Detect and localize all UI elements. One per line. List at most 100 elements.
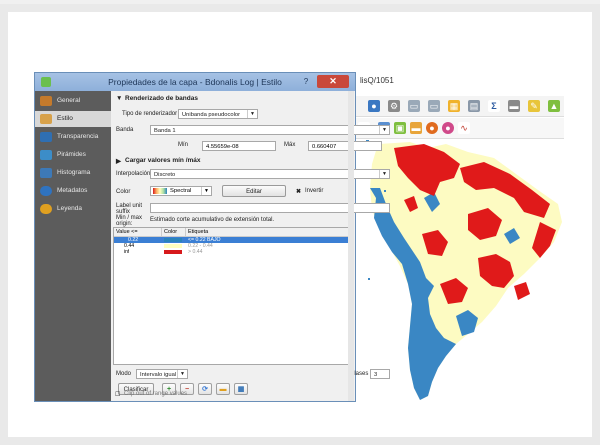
sidebar-item-label: Transparencia	[57, 133, 99, 140]
expand-arrow-icon[interactable]: ▶	[116, 157, 121, 165]
table-header: Value <= Color Etiqueta	[114, 228, 350, 237]
sidebar-item-label: Pirámides	[57, 151, 86, 158]
ramp-gradient-preview	[153, 188, 167, 194]
transparency-icon	[40, 132, 52, 142]
chevron-down-icon: ▼	[177, 370, 187, 378]
high-class-region	[514, 282, 530, 300]
column-header[interactable]: Color	[162, 228, 186, 236]
tips-icon[interactable]: ✎	[528, 100, 540, 112]
map-canvas[interactable]	[364, 138, 564, 402]
interpolation-combo[interactable]: Discreto ▼	[150, 169, 390, 179]
plugin-icon[interactable]: ●	[426, 122, 438, 134]
min-field[interactable]: 4.55659e-08	[202, 141, 276, 151]
sidebar-item-label: General	[57, 97, 81, 104]
sidebar-item-metadatos[interactable]: Metadatos	[35, 183, 111, 199]
renderer-type-value: Unibanda pseudocolor	[182, 112, 241, 118]
edit-button[interactable]: Editar	[222, 185, 286, 197]
row-label[interactable]: > 0.44	[188, 249, 203, 255]
row-color-swatch[interactable]	[164, 244, 182, 248]
ramp-name: Spectral	[170, 188, 192, 194]
class-table[interactable]: Value <= Color Etiqueta 0.22 <= 0.22 BAJ…	[113, 227, 353, 365]
invert-checkbox[interactable]: ✖	[296, 188, 301, 195]
column-header[interactable]: Etiqueta	[186, 228, 350, 236]
select-icon[interactable]: ▭	[408, 100, 420, 112]
color-ramp-combo[interactable]: Spectral ▼	[150, 186, 212, 196]
label-icon[interactable]: ▲	[548, 100, 560, 112]
minmax-origin-label: Min / max origin:	[116, 215, 143, 227]
sidebar-item-label: Histograma	[57, 169, 91, 176]
invert-label: Invertir	[305, 188, 324, 194]
unit-suffix-field[interactable]	[150, 203, 390, 213]
measure-icon[interactable]: ▬	[508, 100, 520, 112]
settings-icon[interactable]: ⚙	[388, 100, 400, 112]
sidebar-item-estilo[interactable]: Estilo	[35, 111, 111, 127]
sidebar-item-label: Estilo	[57, 115, 73, 122]
island	[368, 278, 370, 280]
close-button[interactable]: ✕	[317, 75, 349, 88]
reverse-icon[interactable]: ⟳	[198, 383, 212, 395]
sidebar-item-label: Metadatos	[57, 187, 88, 194]
column-header[interactable]: Value <=	[114, 228, 162, 236]
identify-icon[interactable]: ●	[368, 100, 380, 112]
style-panel: ▼ Renderizado de bandas Tipo de renderiz…	[112, 91, 390, 401]
renderer-type-label: Tipo de renderizador	[122, 111, 178, 117]
sidebar-item-general[interactable]: General	[35, 93, 111, 109]
mode-label: Modo	[116, 371, 132, 377]
deselect-icon[interactable]: ▭	[428, 100, 440, 112]
sidebar-item-histograma[interactable]: Histograma	[35, 165, 111, 181]
save-icon[interactable]: ▦	[234, 383, 248, 395]
interpolation-value: Discreto	[154, 172, 176, 178]
help-button[interactable]: ?	[299, 76, 313, 88]
info-icon	[40, 186, 52, 196]
max-label: Máx	[284, 142, 296, 148]
load-icon[interactable]: ▬	[216, 383, 230, 395]
wrench-icon	[40, 96, 52, 106]
brush-icon	[40, 114, 52, 124]
mode-combo[interactable]: Intervalo igual ▼	[136, 369, 188, 379]
interpolation-label: Interpolación	[116, 171, 151, 177]
unit-suffix-label: Label unit suffix	[116, 203, 143, 215]
qgis-logo-icon	[41, 77, 51, 87]
clip-checkbox[interactable]: ☐	[115, 391, 120, 398]
classes-spinbox[interactable]: 3	[370, 369, 390, 379]
sidebar-item-piramides[interactable]: Pirámides	[35, 147, 111, 163]
attribute-table-icon[interactable]: ▦	[448, 100, 460, 112]
qgis-toolbar-1: ● ⚙ ▭ ▭ ▦ ▤ Σ ▬ ✎ ▲	[356, 96, 564, 117]
color-label: Color	[116, 189, 131, 195]
band-combo[interactable]: Banda 1 ▼	[150, 125, 390, 135]
island	[384, 190, 386, 192]
classes-value: 3	[374, 372, 378, 378]
minmax-origin-value: Estimado corte acumulativo de extensión …	[150, 217, 275, 223]
chevron-down-icon: ▼	[201, 187, 211, 195]
clip-label: Clip out of range values	[124, 391, 188, 397]
renderer-type-combo[interactable]: Unibanda pseudocolor ▼	[178, 109, 258, 119]
open-folder-icon[interactable]: ▬	[410, 122, 422, 134]
sum-icon[interactable]: Σ	[488, 100, 500, 112]
legend-icon	[40, 204, 52, 214]
graph-icon[interactable]: ∿	[458, 122, 470, 134]
field-calc-icon[interactable]: ▤	[468, 100, 480, 112]
row-color-swatch[interactable]	[164, 238, 182, 242]
dialog-title-bar[interactable]: Propiedades de la capa - Bdonalis Log | …	[35, 73, 355, 91]
page-top-strip	[0, 0, 600, 4]
sidebar-item-leyenda[interactable]: Leyenda	[35, 201, 111, 217]
band-label: Banda	[116, 127, 134, 133]
min-label: Mín	[178, 142, 189, 148]
add-raster-icon[interactable]: ▣	[394, 122, 406, 134]
sidebar-item-transparencia[interactable]: Transparencia	[35, 129, 111, 145]
python-icon[interactable]: ●	[442, 122, 454, 134]
properties-sidebar: General Estilo Transparencia Pirámides H…	[35, 91, 111, 401]
chevron-down-icon: ▼	[379, 126, 389, 134]
histogram-icon	[40, 168, 52, 178]
max-field[interactable]: 0.660407	[308, 141, 382, 151]
dialog-title: Propiedades de la capa - Bdonalis Log | …	[108, 77, 282, 87]
row-value: inf	[124, 249, 130, 255]
table-row[interactable]: inf > 0.44	[114, 249, 350, 255]
band-value: Banda 1	[154, 128, 176, 134]
chevron-down-icon: ▼	[379, 170, 389, 178]
sidebar-item-label: Leyenda	[57, 205, 82, 212]
load-minmax-section[interactable]: Cargar valores mín /máx	[125, 157, 201, 164]
row-color-swatch[interactable]	[164, 250, 182, 254]
collapse-arrow-icon[interactable]: ▼	[116, 95, 122, 102]
dialog-scrollbar[interactable]	[348, 91, 354, 401]
